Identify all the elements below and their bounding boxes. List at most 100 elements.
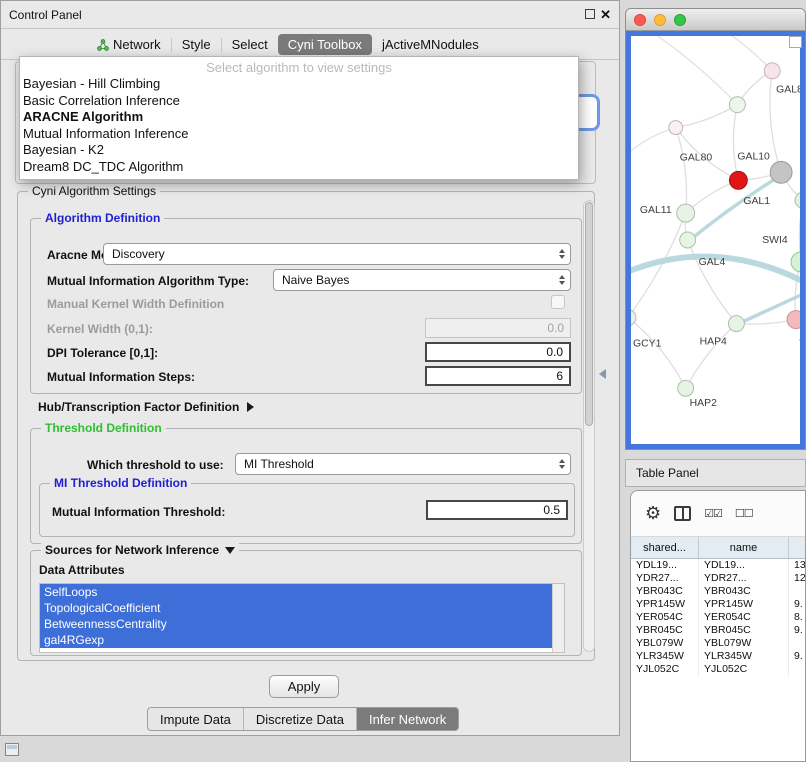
network-view-window: GAL8GAL80GAL10GAL11GAL1SWI4GAL4GCY1HAP4Y… bbox=[625, 8, 806, 450]
deselect-all-checkboxes-icon[interactable]: ☐☐ bbox=[735, 507, 753, 520]
network-node[interactable] bbox=[677, 204, 695, 222]
which-threshold-select[interactable]: MI Threshold bbox=[235, 453, 571, 475]
tab-cyni-toolbox[interactable]: Cyni Toolbox bbox=[278, 34, 372, 55]
column-header[interactable]: shared... bbox=[631, 537, 699, 558]
zoom-traffic-light[interactable] bbox=[674, 14, 686, 26]
kernel-width-field[interactable]: 0.0 bbox=[425, 318, 571, 338]
tab-style[interactable]: Style bbox=[172, 34, 221, 55]
manual-kernel-checkbox[interactable] bbox=[551, 295, 565, 309]
table-cell bbox=[789, 663, 806, 676]
select-all-checkboxes-icon[interactable]: ☑☑ bbox=[704, 507, 722, 520]
table-cell bbox=[789, 585, 806, 598]
tab-impute-data[interactable]: Impute Data bbox=[148, 708, 243, 730]
table-row[interactable]: YBR043CYBR043C bbox=[631, 585, 806, 598]
algorithm-option[interactable]: Mutual Information Inference bbox=[20, 126, 578, 143]
close-icon[interactable]: ✕ bbox=[600, 7, 611, 23]
list-scrollbar[interactable] bbox=[552, 584, 564, 652]
mi-algorithm-type-select[interactable]: Naive Bayes bbox=[273, 269, 571, 291]
table-row[interactable]: YJL052CYJL052C bbox=[631, 663, 806, 676]
tab-network[interactable]: Network bbox=[87, 34, 171, 55]
splitter-collapse-icon[interactable] bbox=[599, 369, 606, 379]
minimized-window-icon[interactable] bbox=[5, 743, 19, 756]
settings-scrollbar[interactable] bbox=[583, 200, 595, 652]
table-row[interactable]: YDR27...YDR27...12 bbox=[631, 572, 806, 585]
network-node[interactable] bbox=[669, 121, 683, 135]
expand-right-icon bbox=[247, 402, 254, 412]
network-node[interactable] bbox=[729, 97, 745, 113]
tab-infer-network[interactable]: Infer Network bbox=[356, 708, 458, 730]
table-row[interactable]: YBL079WYBL079W bbox=[631, 637, 806, 650]
network-edge-highlighted bbox=[651, 36, 737, 105]
node-label: GAL4 bbox=[699, 257, 726, 268]
tab-jactivemnodules[interactable]: jActiveMNodules bbox=[372, 34, 489, 55]
network-node[interactable] bbox=[791, 252, 800, 272]
hub-definition-label: Hub/Transcription Factor Definition bbox=[38, 400, 239, 414]
network-canvas[interactable]: GAL8GAL80GAL10GAL11GAL1SWI4GAL4GCY1HAP4Y… bbox=[626, 31, 805, 449]
algorithm-option[interactable]: Dream8 DC_TDC Algorithm bbox=[20, 159, 578, 176]
table-cell bbox=[789, 637, 806, 650]
column-header[interactable] bbox=[789, 537, 806, 558]
apply-button[interactable]: Apply bbox=[269, 675, 339, 698]
close-traffic-light[interactable] bbox=[634, 14, 646, 26]
aracne-mode-select[interactable]: Discovery bbox=[103, 243, 571, 265]
minimize-traffic-light[interactable] bbox=[654, 14, 666, 26]
which-threshold-label: Which threshold to use: bbox=[87, 458, 224, 472]
network-icon bbox=[97, 39, 109, 51]
algorithm-option[interactable]: Basic Correlation Inference bbox=[20, 93, 578, 110]
network-node[interactable] bbox=[678, 380, 694, 396]
mi-steps-field[interactable]: 6 bbox=[425, 366, 571, 386]
attribute-item[interactable]: BetweennessCentrality bbox=[40, 616, 552, 632]
float-window-icon[interactable] bbox=[585, 9, 595, 19]
network-node[interactable] bbox=[729, 171, 747, 189]
table-row[interactable]: YDL19...YDL19...13 bbox=[631, 559, 806, 572]
table-row[interactable]: YER054CYER054C8. bbox=[631, 611, 806, 624]
node-label: Y bbox=[799, 338, 800, 349]
algorithm-option[interactable]: ARACNE Algorithm bbox=[20, 109, 578, 126]
table-cell: 9. bbox=[789, 598, 806, 611]
group-title: Cyni Algorithm Settings bbox=[28, 184, 160, 198]
gear-icon[interactable]: ⚙ bbox=[645, 503, 661, 524]
table-toolbar: ⚙ ☑☑ ☐☐ bbox=[631, 491, 805, 537]
tab-select[interactable]: Select bbox=[222, 34, 278, 55]
attribute-item[interactable]: TopologicalCoefficient bbox=[40, 600, 552, 616]
table-row[interactable]: YBR045CYBR045C9. bbox=[631, 624, 806, 637]
network-node[interactable] bbox=[787, 311, 800, 329]
table-cell: YJL052C bbox=[631, 663, 699, 676]
network-svg: GAL8GAL80GAL10GAL11GAL1SWI4GAL4GCY1HAP4Y… bbox=[631, 36, 800, 444]
table-cell: 13 bbox=[789, 559, 806, 572]
table-panel-window: ⚙ ☑☑ ☐☐ shared...name YDL19...YDL19...13… bbox=[630, 490, 806, 762]
scrollbar-thumb[interactable] bbox=[585, 202, 593, 426]
node-label: GAL11 bbox=[640, 205, 672, 216]
birdseye-toggle[interactable] bbox=[789, 36, 802, 48]
network-node[interactable] bbox=[728, 316, 744, 332]
network-node[interactable] bbox=[764, 63, 780, 79]
data-attributes-list[interactable]: SelfLoopsTopologicalCoefficientBetweenne… bbox=[39, 583, 565, 653]
table-cell: YBR043C bbox=[699, 585, 789, 598]
collapse-down-icon bbox=[225, 547, 235, 554]
node-label: HAP2 bbox=[690, 398, 717, 409]
algorithm-option[interactable]: Bayesian - K2 bbox=[20, 142, 578, 159]
mi-type-label: Mutual Information Algorithm Type: bbox=[47, 274, 249, 288]
show-columns-icon[interactable] bbox=[674, 506, 691, 521]
tab-label: Cyni Toolbox bbox=[288, 37, 362, 52]
data-attributes-label: Data Attributes bbox=[39, 563, 125, 577]
table-row[interactable]: YPR145WYPR145W9. bbox=[631, 598, 806, 611]
column-header[interactable]: name bbox=[699, 537, 789, 558]
table-cell: 9. bbox=[789, 650, 806, 663]
window-title: Control Panel bbox=[9, 8, 82, 22]
table-row[interactable]: YLR345WYLR345W9. bbox=[631, 650, 806, 663]
attribute-item[interactable]: SelfLoops bbox=[40, 584, 552, 600]
algorithm-option[interactable]: Bayesian - Hill Climbing bbox=[20, 76, 578, 93]
tab-discretize-data[interactable]: Discretize Data bbox=[243, 708, 356, 730]
network-edge bbox=[686, 324, 737, 389]
mi-threshold-field[interactable]: 0.5 bbox=[426, 500, 568, 520]
network-node[interactable] bbox=[680, 232, 696, 248]
dpi-tolerance-field[interactable]: 0.0 bbox=[425, 342, 571, 362]
network-node[interactable] bbox=[795, 192, 800, 208]
table-body: YDL19...YDL19...13YDR27...YDR27...12YBR0… bbox=[631, 559, 805, 676]
table-header-row: shared...name bbox=[631, 537, 806, 559]
hub-definition-toggle[interactable]: Hub/Transcription Factor Definition bbox=[38, 400, 254, 414]
attribute-item[interactable]: gal4RGexp bbox=[40, 632, 552, 648]
network-node[interactable] bbox=[770, 161, 792, 183]
group-title[interactable]: Sources for Network Inference bbox=[41, 543, 239, 557]
